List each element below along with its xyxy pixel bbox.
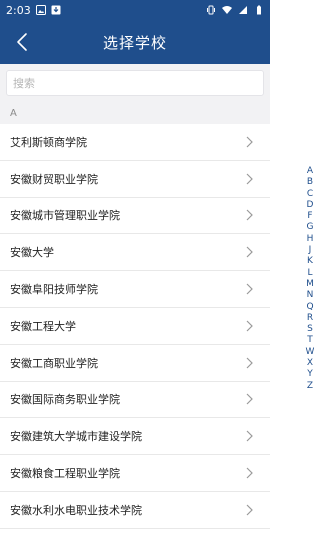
chevron-right-icon bbox=[246, 504, 253, 516]
search-input[interactable] bbox=[6, 70, 264, 96]
image-notification-icon bbox=[35, 5, 46, 15]
index-letter[interactable]: X bbox=[307, 358, 313, 369]
index-letter[interactable]: Y bbox=[307, 369, 313, 380]
index-letter[interactable]: S bbox=[307, 324, 313, 335]
chevron-right-icon bbox=[246, 246, 253, 258]
chevron-right-icon bbox=[246, 467, 253, 479]
school-name: 安徽阜阳技师学院 bbox=[10, 283, 98, 297]
alphabet-index[interactable]: ABCDFGHJKLMNQRSTWXYZ bbox=[304, 166, 316, 392]
list-item[interactable]: 安徽国际商务职业学院 bbox=[0, 382, 270, 419]
index-letter[interactable]: J bbox=[309, 245, 312, 256]
school-name: 安徽大学 bbox=[10, 246, 54, 260]
chevron-right-icon bbox=[246, 430, 253, 442]
chevron-left-icon bbox=[17, 33, 27, 51]
school-name: 安徽水利水电职业技术学院 bbox=[10, 503, 142, 517]
chevron-right-icon bbox=[246, 320, 253, 332]
school-name: 安徽国际商务职业学院 bbox=[10, 393, 120, 407]
list-item[interactable]: 安徽建筑大学城市建设学院 bbox=[0, 418, 270, 456]
chevron-right-icon bbox=[246, 283, 253, 295]
school-name: 安徽粮食工程职业学院 bbox=[10, 467, 120, 481]
wifi-icon bbox=[222, 6, 232, 14]
page-title: 选择学校 bbox=[102, 33, 167, 52]
index-letter[interactable]: N bbox=[307, 290, 314, 301]
back-button[interactable] bbox=[10, 30, 34, 54]
school-list: 艾利斯顿商学院 安徽财贸职业学院安徽城市管理职业学院 安徽大学安徽阜阳技师学院 安徽工… bbox=[0, 124, 270, 529]
school-name: 安徽工程大学 bbox=[10, 319, 76, 333]
school-name: 安徽建筑大学城市建设学院 bbox=[10, 430, 142, 444]
index-letter[interactable]: F bbox=[307, 211, 312, 222]
index-letter[interactable]: H bbox=[307, 234, 314, 245]
vibrate-icon bbox=[207, 5, 215, 15]
chevron-right-icon bbox=[246, 394, 253, 405]
chevron-right-icon bbox=[246, 136, 253, 148]
index-letter[interactable]: B bbox=[307, 177, 313, 188]
index-letter[interactable]: A bbox=[307, 166, 313, 177]
chevron-right-icon bbox=[246, 173, 253, 185]
chevron-right-icon bbox=[246, 357, 253, 369]
index-letter[interactable]: M bbox=[306, 279, 314, 290]
status-bar: 2:03 bbox=[0, 0, 270, 20]
index-letter[interactable]: Z bbox=[307, 381, 313, 392]
school-name: 安徽工商职业学院 bbox=[10, 356, 98, 370]
list-item[interactable]: 安徽工程大学 bbox=[0, 308, 270, 345]
index-letter[interactable]: Q bbox=[306, 302, 313, 313]
index-letter[interactable]: T bbox=[307, 335, 313, 346]
index-letter[interactable]: R bbox=[307, 313, 313, 324]
index-letter[interactable]: L bbox=[307, 268, 312, 279]
index-letter[interactable]: C bbox=[307, 189, 313, 200]
school-name: 艾利斯顿商学院 bbox=[10, 135, 87, 149]
status-time: 2:03 bbox=[6, 3, 31, 17]
list-item[interactable]: 安徽大学 bbox=[0, 234, 270, 272]
index-letter[interactable]: W bbox=[306, 347, 315, 358]
list-item[interactable]: 安徽城市管理职业学院 bbox=[0, 198, 270, 235]
list-item[interactable]: 安徽财贸职业学院 bbox=[0, 161, 270, 198]
index-letter[interactable]: G bbox=[307, 222, 314, 233]
list-item[interactable]: 安徽工商职业学院 bbox=[0, 345, 270, 382]
battery-icon bbox=[257, 5, 261, 15]
section-header: A bbox=[0, 102, 270, 124]
download-notification-icon bbox=[51, 5, 61, 15]
chevron-right-icon bbox=[246, 210, 253, 221]
school-name: 安徽财贸职业学院 bbox=[10, 172, 98, 186]
title-bar: 选择学校 bbox=[0, 20, 270, 64]
list-item[interactable]: 安徽阜阳技师学院 bbox=[0, 271, 270, 308]
school-name: 安徽城市管理职业学院 bbox=[10, 209, 120, 223]
search-bar bbox=[0, 64, 270, 102]
signal-icon bbox=[239, 6, 247, 14]
list-item[interactable]: 艾利斯顿商学院 bbox=[0, 124, 270, 161]
index-letter[interactable]: K bbox=[307, 256, 313, 267]
list-item[interactable]: 安徽粮食工程职业学院 bbox=[0, 455, 270, 492]
index-letter[interactable]: D bbox=[307, 200, 314, 211]
list-item[interactable]: 安徽水利水电职业技术学院 bbox=[0, 492, 270, 529]
